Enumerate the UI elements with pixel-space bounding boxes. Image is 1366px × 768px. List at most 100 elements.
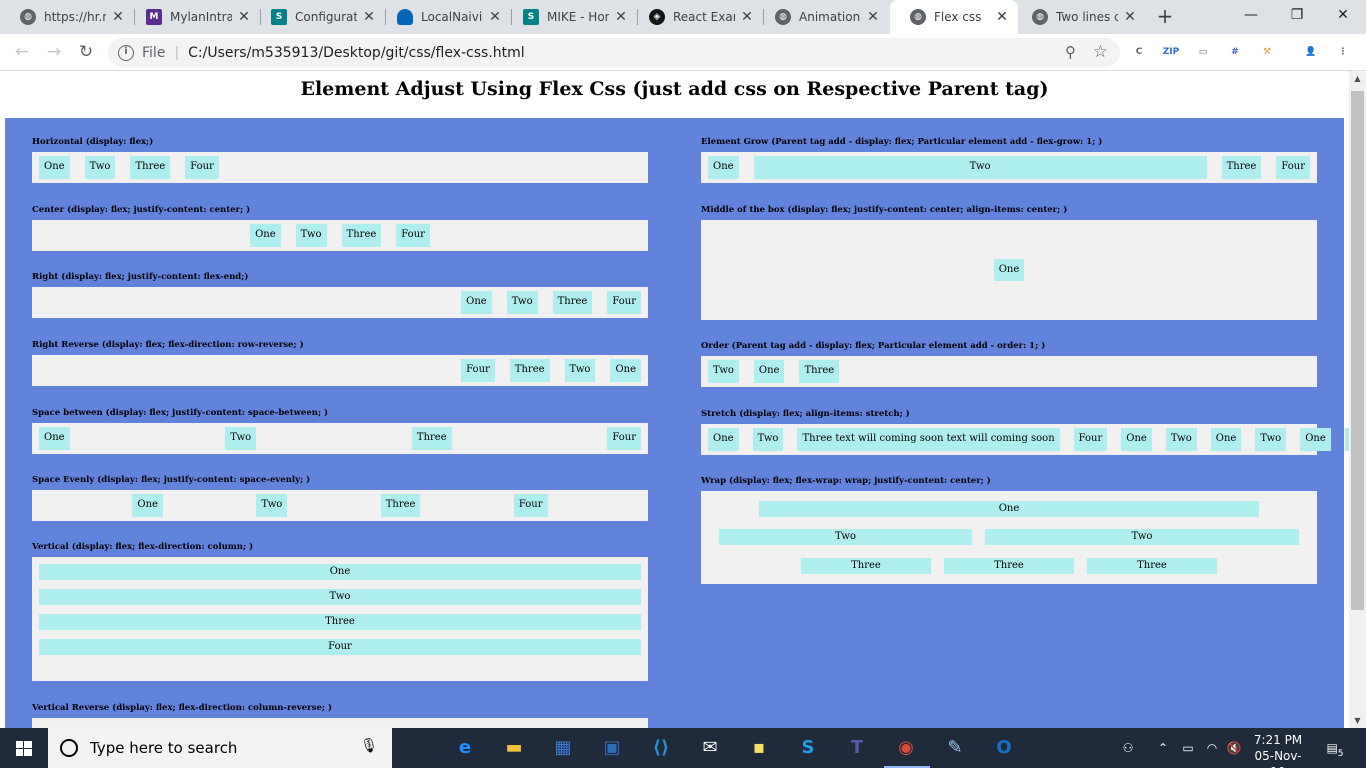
flex-item: Four [39,639,641,655]
new-tab-button[interactable]: + [1154,4,1176,28]
task-view-icon[interactable]: ⧉ [404,736,428,760]
tab-label: https://hr.m [44,10,106,24]
hammer-extension-icon[interactable]: ⚒ [1258,44,1276,60]
section-title: Order (Parent tag add - display: flex; P… [701,341,1046,351]
taskbar: Type here to search 🎙 ⚇ ⌃ ▭ ◠ 🔇 7:21 PM … [0,728,1366,768]
flex-item: Four [1073,428,1108,451]
close-tab-icon[interactable]: ✕ [361,9,377,25]
browser-tab[interactable]: S Configuratio ✕ [251,0,385,34]
close-tab-icon[interactable]: ✕ [236,9,252,25]
battery-icon[interactable]: ▭ [1178,728,1198,768]
flex-section: Space between (display: flex; justify-co… [32,407,648,454]
taskbar-search[interactable]: Type here to search 🎙 [48,728,392,768]
search-placeholder: Type here to search [90,739,238,757]
star-icon[interactable]: ☆ [1093,42,1108,62]
section-title: Right (display: flex; justify-content: f… [32,272,249,282]
flex-item: Three [509,359,550,382]
profile-avatar-icon[interactable]: 👤 [1302,44,1320,60]
browser-tab[interactable]: S MIKE - Hom ✕ [503,0,637,34]
flex-box: One Two Three Four [32,423,648,454]
browser-tab-active[interactable]: ◍ Flex css ✕ [890,0,1018,34]
wifi-icon[interactable]: ◠ [1202,728,1222,768]
flex-item: Three [944,557,1074,574]
volume-icon[interactable]: 🔇 [1224,728,1244,768]
flex-item: Two [1165,428,1197,451]
browser-tab[interactable]: ◍ Animation l ✕ [755,0,889,34]
section-title: Vertical Reverse (display: flex; flex-di… [32,703,332,713]
microphone-icon[interactable]: 🎙 [360,738,378,754]
globe-icon: ◍ [20,9,36,25]
flex-box: One Two Three Four [32,557,648,681]
flex-item: Three [130,156,171,179]
info-icon[interactable]: i [118,44,134,61]
flex-item: Three [799,360,840,383]
flex-section: Element Grow (Parent tag add - display: … [701,136,1317,183]
flex-box: One Two Three Four [32,490,648,521]
flex-item: One [610,359,641,382]
flex-item: One [461,291,492,314]
flex-item: Two [752,428,784,451]
flex-box: One Two Three Four [32,220,648,251]
skype-icon[interactable]: S [796,736,820,760]
flex-item: Three [39,614,641,630]
chevron-up-icon[interactable]: ⌃ [1154,728,1172,768]
flex-item: One [993,259,1025,281]
sharepoint-icon: S [271,9,287,25]
close-tab-icon[interactable]: ✕ [1122,9,1138,25]
close-tab-icon[interactable]: ✕ [487,9,503,25]
close-tab-icon[interactable]: ✕ [865,9,881,25]
vscode-icon[interactable]: ⟨⟩ [649,736,673,760]
flex-box: One [701,220,1317,320]
zoom-icon[interactable]: ⚲ [1065,43,1076,61]
cast-icon[interactable]: ▭ [1194,44,1212,60]
teams-icon[interactable]: T [845,736,869,760]
browser-tab[interactable]: ◈ React Exam ✕ [629,0,763,34]
clock[interactable]: 7:21 PM 05-Nov-19 [1248,728,1308,768]
flex-item: Two [39,589,641,605]
start-button[interactable] [0,728,48,768]
flex-item: Two [564,359,596,382]
forward-button[interactable]: → [42,40,66,64]
sticky-notes-icon[interactable]: ▪ [747,736,771,760]
scroll-down-icon[interactable]: ▼ [1349,716,1366,725]
reload-button[interactable]: ↻ [74,40,98,64]
address-bar[interactable]: i File | C:/Users/m535913/Desktop/git/cs… [108,38,1120,67]
chrome-icon[interactable]: ◉ [894,736,918,760]
notepad-icon[interactable]: ✎ [943,736,967,760]
file-explorer-icon[interactable]: ▬ [502,736,526,760]
mail-icon[interactable]: ✉ [698,736,722,760]
close-tab-icon[interactable]: ✕ [994,9,1010,25]
scrollbar-thumb[interactable] [1351,91,1364,610]
browser-tab[interactable]: ◍ Two lines cc ✕ [1012,0,1146,34]
flex-demo-container: Horizontal (display: flex;) One Two Three Fo… [5,118,1349,728]
close-tab-icon[interactable]: ✕ [739,9,755,25]
browser-tab[interactable]: ◍ https://hr.m ✕ [0,0,134,34]
back-button[interactable]: ← [10,40,34,64]
remote-desktop-icon[interactable]: ▣ [600,736,624,760]
scrollbar[interactable]: ▲ ▼ [1349,71,1366,728]
close-tab-icon[interactable]: ✕ [110,9,126,25]
people-icon[interactable]: ⚇ [1116,728,1140,768]
menu-icon[interactable]: ⋮ [1334,44,1352,60]
tab-label: Animation l [799,10,861,24]
grid-extension-icon[interactable]: # [1226,44,1244,60]
flex-section: Vertical (display: flex; flex-direction:… [32,541,648,681]
flex-box: Two One Three [701,356,1317,387]
flex-box: One Two Three text will coming soon text w… [701,424,1349,455]
store-icon[interactable]: ▦ [551,736,575,760]
outlook-icon[interactable]: O [992,736,1016,760]
close-window-button[interactable]: ✕ [1320,0,1366,30]
notification-center-icon[interactable]: ▤5 [1320,728,1350,768]
minimize-button[interactable]: — [1228,0,1274,30]
globe-icon: ◍ [910,9,926,25]
tab-label: Two lines cc [1056,10,1118,24]
maximize-button[interactable]: ❐ [1274,0,1320,30]
edge-icon[interactable]: e [453,736,477,760]
browser-tab[interactable]: LocalNaivig ✕ [377,0,511,34]
scroll-up-icon[interactable]: ▲ [1349,74,1366,83]
extension-c-icon[interactable]: C [1130,44,1148,60]
browser-tab[interactable]: M MylanIntran ✕ [126,0,260,34]
close-tab-icon[interactable]: ✕ [613,9,629,25]
url-text[interactable]: C:/Users/m535913/Desktop/git/css/flex-cs… [188,45,525,61]
zip-extension-icon[interactable]: ZIP [1162,44,1180,60]
